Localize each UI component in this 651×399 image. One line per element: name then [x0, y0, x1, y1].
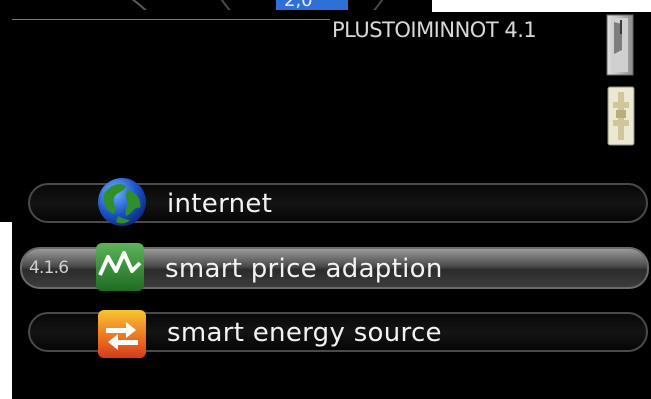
scroll-indicator-icon[interactable]	[607, 86, 635, 146]
background-value-badge: 2,0°	[276, 0, 348, 10]
globe-icon	[96, 176, 148, 228]
door-icon[interactable]	[606, 14, 634, 76]
display-screen: 2,0° PLUSTOIMINNOT 4.1 internet 4.1.6 sm…	[0, 0, 651, 399]
menu-item-internet[interactable]: internet	[28, 178, 648, 226]
menu-item-label: internet	[167, 189, 273, 219]
menu-item-label: smart price adaption	[165, 254, 443, 284]
page-title: PLUSTOIMINNOT 4.1	[332, 18, 537, 42]
menu-item-label: smart energy source	[167, 318, 442, 348]
menu-item-smart-energy-source[interactable]: smart energy source	[28, 310, 648, 358]
menu-item-smart-price-adaption[interactable]: 4.1.6 smart price adaption	[20, 243, 649, 291]
menu-item-number: 4.1.6	[29, 258, 69, 278]
energy-arrows-icon	[96, 308, 148, 360]
header-divider	[12, 19, 330, 20]
price-chart-icon	[94, 241, 146, 293]
